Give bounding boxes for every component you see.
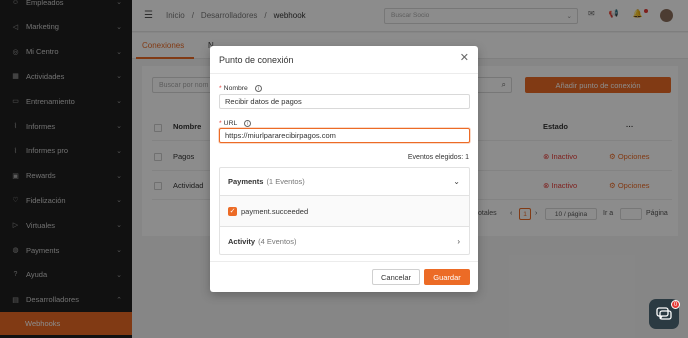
required-marker: * <box>219 120 222 127</box>
cancel-button[interactable]: Cancelar <box>372 269 420 285</box>
modal-header-divider <box>210 73 478 74</box>
name-input[interactable] <box>219 94 470 109</box>
event-group-title: Payments <box>228 177 264 186</box>
url-field-label: * URL i <box>219 120 252 127</box>
event-checkbox-checked[interactable]: ✓ <box>228 207 237 216</box>
chevron-down-icon: ⌄ <box>453 177 460 186</box>
chat-unread-badge: 0 <box>671 300 680 309</box>
event-group-payments-header[interactable]: Payments (1 Eventos) ⌄ <box>220 168 469 195</box>
endpoint-modal: Punto de conexión ✕ * Nombre i * URL i E… <box>210 46 478 292</box>
chevron-right-icon: › <box>457 237 460 246</box>
name-field-label: * Nombre i <box>219 85 262 92</box>
modal-footer-divider <box>210 261 478 262</box>
info-icon[interactable]: i <box>254 85 262 92</box>
event-label[interactable]: payment.succeeded <box>241 207 308 216</box>
event-group-title: Activity <box>228 237 256 246</box>
url-label-text: URL <box>223 120 238 127</box>
save-button[interactable]: Guardar <box>424 269 470 285</box>
event-group-payments-body: ✓ payment.succeeded <box>220 195 469 227</box>
required-marker: * <box>219 85 222 92</box>
event-group-activity-header[interactable]: Activity (4 Eventos) › <box>220 228 469 255</box>
event-groups: Payments (1 Eventos) ⌄ ✓ payment.succeed… <box>219 167 470 255</box>
event-group-count: (4 Eventos) <box>258 237 297 246</box>
modal-title: Punto de conexión <box>219 55 294 65</box>
events-chosen-count: Eventos elegidos: 1 <box>407 154 469 161</box>
info-icon[interactable]: i <box>244 120 252 127</box>
name-label-text: Nombre <box>223 85 248 92</box>
chat-icon <box>656 307 672 320</box>
event-group-count: (1 Eventos) <box>266 177 305 186</box>
url-input[interactable] <box>219 128 470 143</box>
close-icon[interactable]: ✕ <box>460 53 469 64</box>
